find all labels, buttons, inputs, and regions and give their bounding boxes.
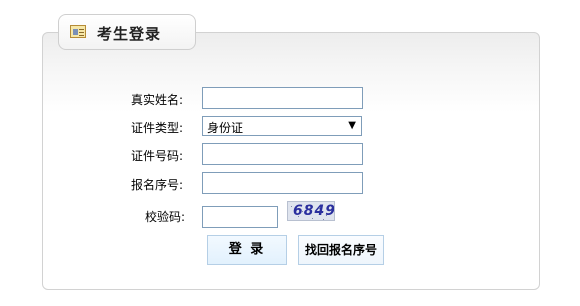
captcha-code: 6849 [293, 203, 335, 219]
captcha-input[interactable] [202, 206, 278, 228]
name-input[interactable] [202, 87, 363, 109]
name-label: 真实姓名: [131, 93, 184, 107]
panel-title-tab: 考生登录 [58, 14, 196, 50]
find-reg-number-button[interactable]: 找回报名序号 [298, 235, 384, 265]
id-card-icon [70, 25, 86, 38]
login-button[interactable]: 登 录 [207, 235, 287, 265]
dropdown-arrow-icon[interactable]: ▼ [348, 120, 356, 131]
captcha-label: 校验码: [145, 210, 186, 224]
reg-number-input[interactable] [202, 172, 363, 194]
panel-title: 考生登录 [97, 25, 162, 43]
captcha-image[interactable]: 6849 [287, 201, 335, 221]
reg-number-label: 报名序号: [131, 178, 184, 192]
id-type-select[interactable]: 身份证 ▼ [202, 116, 362, 136]
id-type-label: 证件类型: [131, 121, 184, 135]
id-number-label: 证件号码: [131, 149, 184, 163]
id-number-input[interactable] [202, 143, 363, 165]
id-type-selected-value: 身份证 [207, 121, 244, 135]
